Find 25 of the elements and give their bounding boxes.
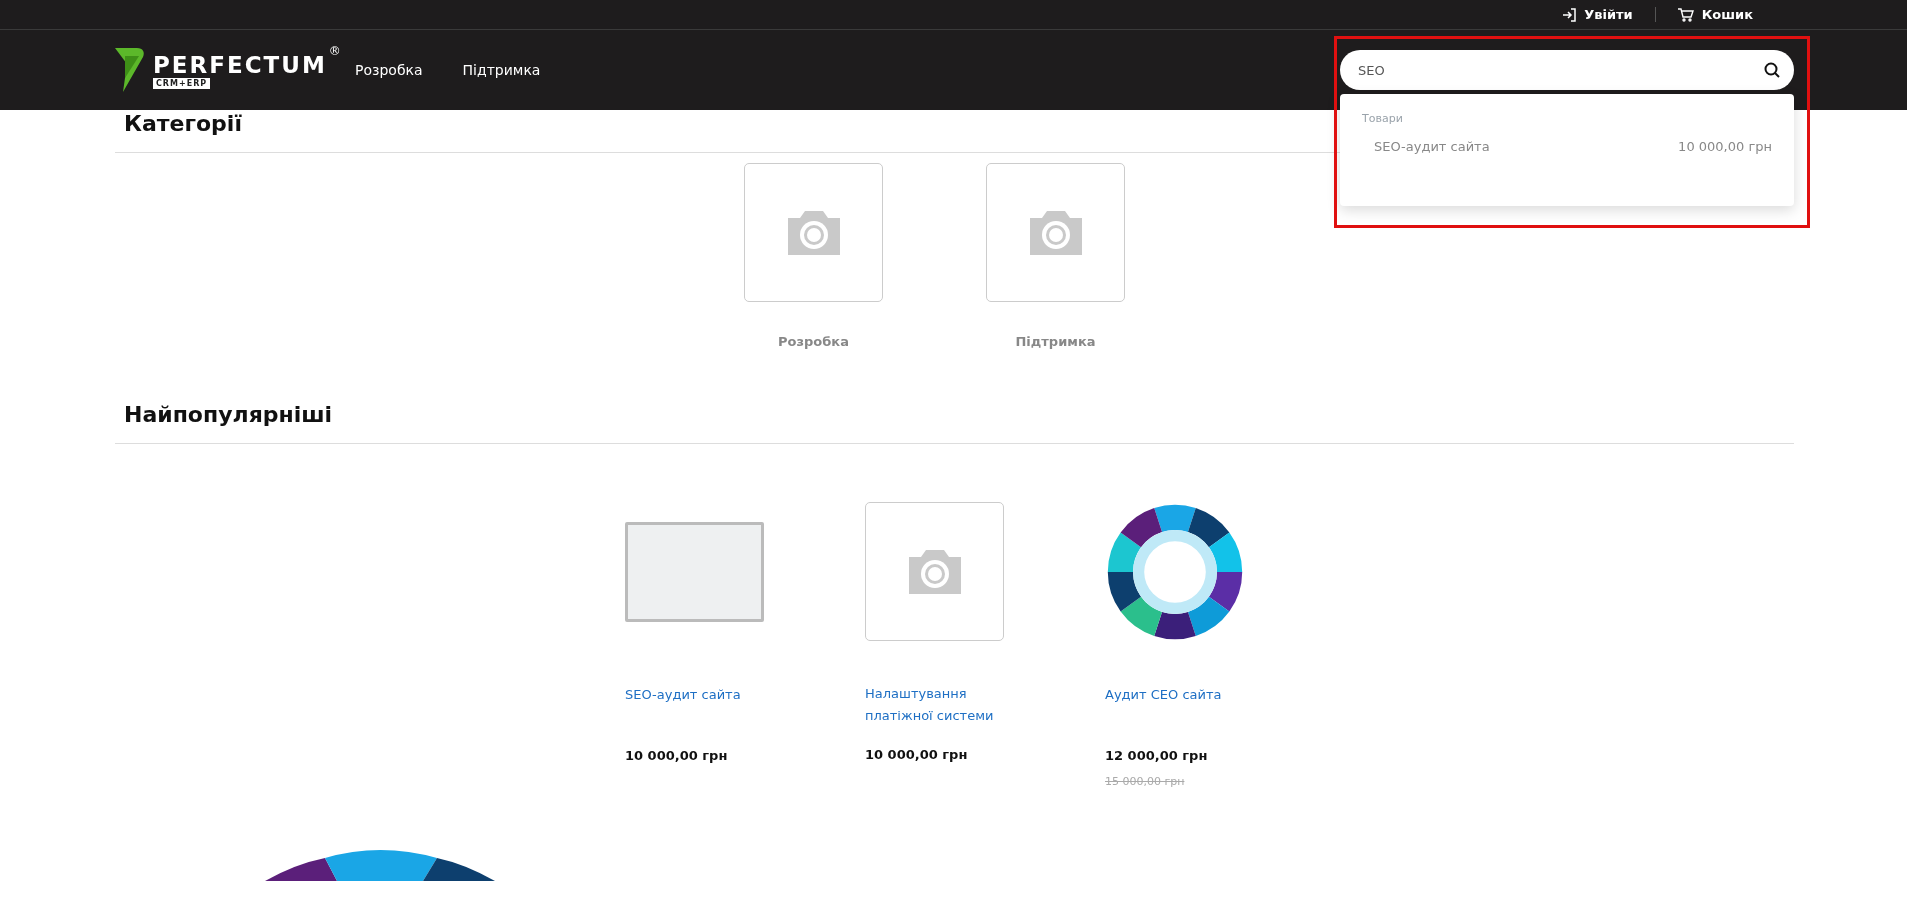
logo-wordmark: PERFECTUM bbox=[153, 51, 327, 78]
product-title-link[interactable]: SEO-аудит сайта bbox=[625, 684, 765, 744]
login-icon bbox=[1562, 7, 1577, 22]
product-price: 12 000,00 грн bbox=[1105, 748, 1209, 763]
cart-link[interactable]: Кошик bbox=[1654, 7, 1775, 22]
product-title-link[interactable]: Аудит СЕО сайта bbox=[1105, 684, 1245, 744]
product-price: 10 000,00 грн bbox=[865, 747, 969, 762]
login-link[interactable]: Увійти bbox=[1540, 7, 1655, 22]
logo-tag: CRM+ERP bbox=[153, 77, 211, 89]
search-icon[interactable] bbox=[1764, 62, 1780, 78]
section-heading: Категорії bbox=[123, 110, 243, 136]
section-heading: Найпопулярніші bbox=[123, 401, 334, 427]
product-title-link[interactable]: Налаштування платіжної системи bbox=[865, 683, 1005, 743]
registered-mark: ® bbox=[328, 43, 341, 58]
results-group-label: Товари bbox=[1362, 112, 1404, 125]
search-field[interactable]: SEO bbox=[1340, 50, 1794, 90]
old-price: 15 000,00 грн bbox=[1105, 775, 1186, 788]
product-price: 10 000,00 грн bbox=[625, 748, 729, 763]
category-label[interactable]: Підтримка bbox=[1015, 334, 1096, 349]
search-result[interactable]: SEO-аудит сайта 10 000,00 грн bbox=[1362, 139, 1772, 154]
cart-icon bbox=[1677, 7, 1694, 22]
nav-link[interactable]: Підтримка bbox=[462, 62, 541, 78]
logo-icon bbox=[115, 48, 145, 92]
nav-link[interactable]: Розробка bbox=[355, 62, 423, 78]
category-label[interactable]: Розробка bbox=[778, 334, 849, 349]
